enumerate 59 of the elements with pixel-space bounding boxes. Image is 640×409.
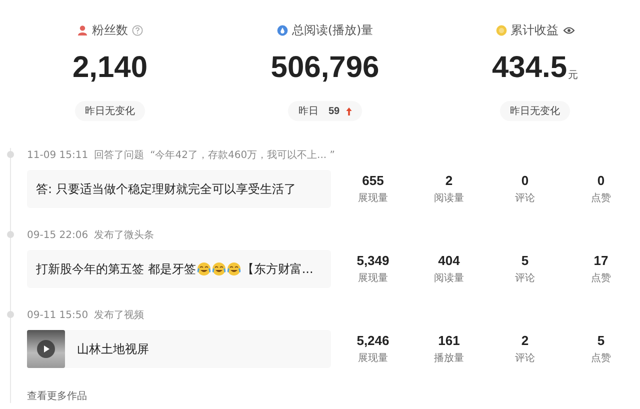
- metric-label: 展现量: [358, 272, 388, 285]
- metric-label: 阅读量: [434, 192, 464, 205]
- metric-value: 5,349: [356, 253, 390, 268]
- metric-value: 5,246: [356, 333, 390, 348]
- post-title: 山林土地视屏: [77, 340, 149, 358]
- change-label: 昨日: [298, 105, 318, 118]
- post-action: 回答了问题: [94, 149, 144, 162]
- post-action: 发布了视频: [94, 308, 144, 322]
- play-icon: [37, 340, 55, 358]
- metric-label: 阅读量: [434, 272, 464, 285]
- metric-value: 5: [597, 333, 605, 348]
- post-time: 09-11 15:50: [27, 310, 88, 320]
- metric-value: 5: [521, 253, 529, 268]
- metric-label: 展现量: [358, 192, 388, 205]
- metric-label: 点赞: [591, 272, 611, 285]
- metric-label: 点赞: [591, 352, 611, 365]
- post-title: 打新股今年的第五签 都是牙签: [36, 260, 196, 278]
- post-card[interactable]: 打新股今年的第五签 都是牙签 【东方财富...: [27, 250, 331, 288]
- stat-label: 累计收益: [510, 22, 558, 39]
- more-link[interactable]: 查看更多作品: [27, 391, 87, 402]
- stat-value: 506,796: [270, 51, 380, 85]
- metric-label: 展现量: [358, 352, 388, 365]
- emoji-icon: [212, 262, 226, 276]
- eye-icon[interactable]: [562, 26, 574, 35]
- metric-value: 2: [521, 333, 529, 348]
- delta-value: 59: [328, 106, 340, 116]
- metric-value: 161: [438, 333, 460, 348]
- person-icon: [77, 25, 88, 36]
- up-arrow-icon: [346, 106, 352, 116]
- metric-value: 655: [362, 173, 384, 188]
- metric-label: 评论: [515, 272, 535, 285]
- post-title: 答: 只要适当做个稳定理财就完全可以享受生活了: [36, 180, 296, 198]
- metric-label: 评论: [515, 352, 535, 365]
- change-label: 昨日无变化: [510, 104, 560, 118]
- metric-value: 0: [521, 173, 529, 188]
- post-time: 11-09 15:11: [27, 150, 88, 160]
- emoji-icon: [226, 262, 241, 276]
- post-title: 【东方财富...: [242, 260, 314, 278]
- metric-value: 404: [438, 253, 460, 268]
- coin-icon: [496, 25, 506, 36]
- metric-value: 2: [445, 173, 453, 188]
- change-label: 昨日无变化: [85, 104, 135, 118]
- stat-label: 粉丝数: [92, 22, 128, 39]
- stat-label: 总阅读(播放)量: [292, 22, 374, 39]
- post-card[interactable]: 答: 只要适当做个稳定理财就完全可以享受生活了: [27, 170, 331, 208]
- metric-value: 0: [597, 173, 605, 188]
- metric-label: 点赞: [591, 192, 611, 205]
- emoji-icon: [196, 262, 211, 276]
- stat-value: 2,140: [72, 51, 148, 85]
- metric-label: 评论: [515, 192, 535, 205]
- drop-icon: [276, 25, 288, 36]
- post-action: 发布了微头条: [94, 228, 154, 242]
- question-quote: “今年42了，存款460万，我可以不上... ”: [150, 148, 335, 162]
- unit-label: 元: [568, 69, 578, 82]
- stat-value: 434.5: [492, 51, 568, 85]
- metric-value: 17: [594, 253, 608, 268]
- post-card[interactable]: 山林土地视屏: [27, 330, 331, 368]
- post-time: 09-15 22:06: [27, 230, 88, 240]
- metric-label: 播放量: [434, 352, 464, 365]
